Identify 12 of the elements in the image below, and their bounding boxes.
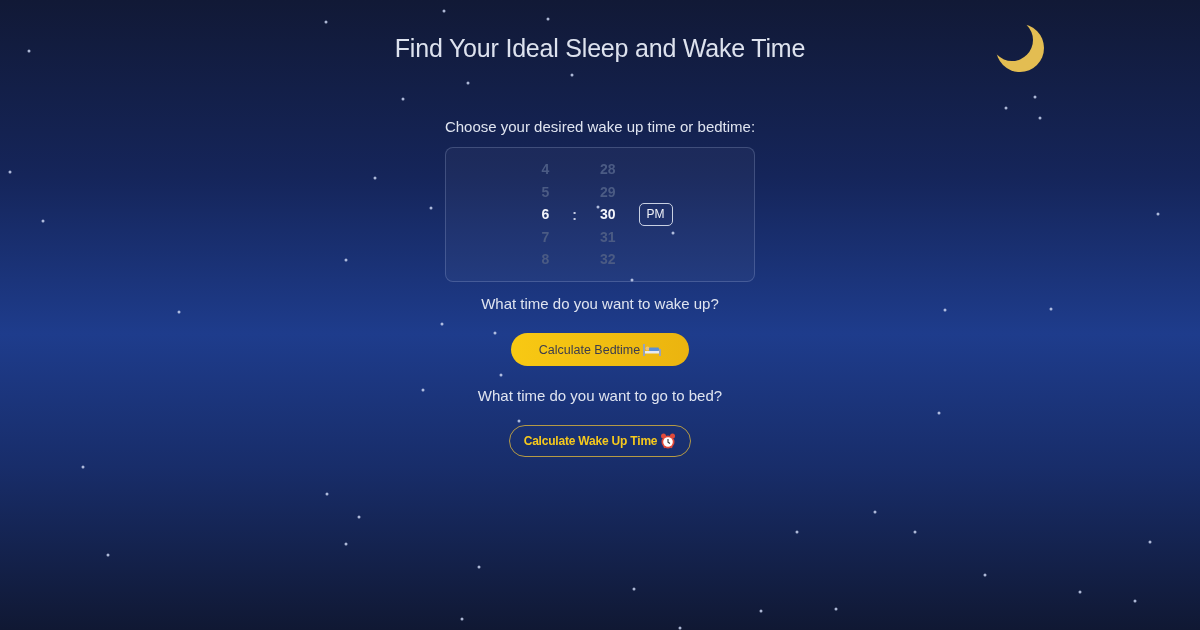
time-separator: :: [572, 206, 577, 223]
hour-option[interactable]: 6: [539, 203, 552, 226]
crescent-moon-icon: [993, 23, 1045, 73]
picker-label: Choose your desired wake up time or bedtime:: [444, 117, 756, 137]
question-text: What time do you want to go to bed?: [477, 386, 723, 406]
bed-icon: [643, 343, 662, 356]
period-button[interactable]: PM: [638, 203, 673, 226]
question-text: What time do you want to wake up?: [481, 294, 719, 314]
minute-option[interactable]: 30: [597, 203, 618, 226]
calculate-bedtime-button[interactable]: Calculate Bedtime: [511, 333, 689, 366]
alarm-clock-icon: [660, 433, 677, 449]
page-title: Find Your Ideal Sleep and Wake Time: [394, 33, 806, 64]
